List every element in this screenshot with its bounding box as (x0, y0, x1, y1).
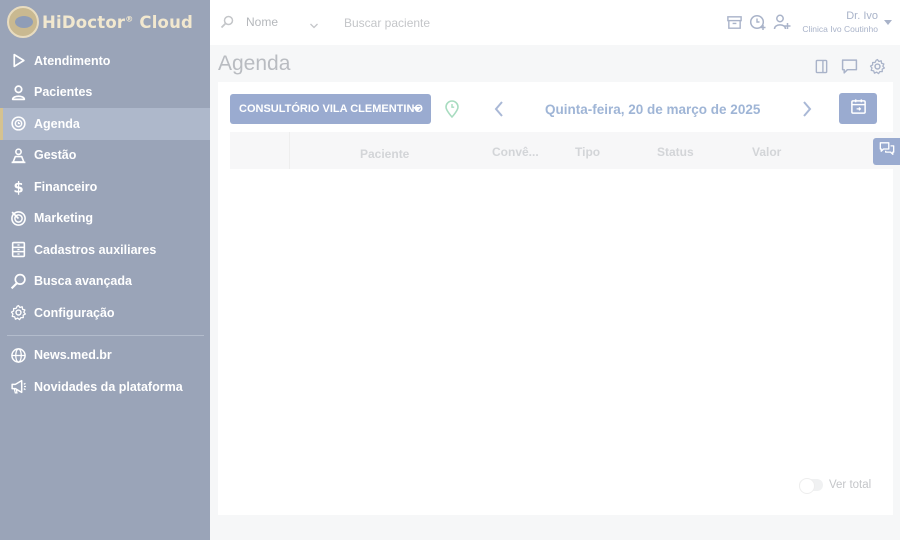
app-logo[interactable]: HiDoctor® Cloud (7, 6, 193, 38)
user-clinic: Clinica Ivo Coutinho (802, 24, 878, 34)
page-title: Agenda (218, 52, 291, 75)
calendar-picker-button[interactable] (839, 93, 877, 124)
globe-logo-icon (7, 6, 39, 38)
sidebar-item-label: Marketing (34, 211, 94, 226)
svg-text:$: $ (13, 179, 23, 196)
sidebar-item-label: Busca avançada (34, 274, 132, 289)
patient-search-input[interactable]: Buscar paciente (344, 16, 430, 30)
dollar-icon: $ (10, 178, 27, 196)
gear-icon (10, 304, 27, 321)
side-panel-icon[interactable] (812, 57, 830, 75)
sidebar-item-label: Configuração (34, 305, 115, 320)
sidebar-item-gestao[interactable]: Gestão (0, 140, 210, 172)
column-header-valor[interactable]: Valor (752, 145, 781, 159)
user-menu-caret-icon[interactable] (884, 20, 892, 25)
next-day-chevron-icon[interactable] (801, 100, 813, 118)
location-clock-icon[interactable] (444, 100, 460, 118)
records-icon (10, 241, 27, 258)
sidebar-item-label: Gestão (34, 148, 77, 163)
office-select-button[interactable]: CONSULTÓRIO VILA CLEMENTINO (230, 94, 431, 124)
time-column-header (230, 132, 290, 169)
sidebar-item-pacientes[interactable]: Pacientes (0, 77, 210, 109)
sidebar-item-agenda[interactable]: Agenda (0, 108, 210, 140)
sidebar-item-busca[interactable]: Busca avançada (0, 266, 210, 298)
current-date[interactable]: Quinta-feira, 20 de março de 2025 (545, 102, 760, 117)
archive-icon[interactable] (725, 12, 743, 32)
sidebar-item-label: News.med.br (34, 348, 112, 363)
calendar-clock-icon (10, 115, 27, 132)
ver-total-toggle[interactable] (799, 478, 823, 494)
advanced-search-icon (10, 273, 27, 290)
sidebar-item-label: Novidades da plataforma (34, 379, 183, 394)
sidebar-item-configuracao[interactable]: Configuração (0, 297, 210, 329)
chevron-down-icon[interactable] (309, 17, 319, 29)
message-icon[interactable] (840, 57, 858, 75)
calendar-icon (850, 98, 867, 120)
megaphone-icon (10, 378, 27, 395)
topbar-actions (725, 12, 791, 32)
column-header-tipo[interactable]: Tipo (575, 145, 600, 159)
logo-text: HiDoctor® Cloud (42, 12, 194, 32)
user-menu[interactable]: Dr. Ivo Clinica Ivo Coutinho (802, 10, 878, 34)
caret-down-icon (413, 107, 421, 112)
sidebar-item-label: Agenda (34, 116, 80, 131)
previous-day-chevron-icon[interactable] (493, 100, 505, 118)
sidebar-item-label: Pacientes (34, 85, 93, 100)
sidebar-menu: Atendimento Pacientes Agenda Gestão $ Fi… (0, 45, 210, 403)
agenda-panel: CONSULTÓRIO VILA CLEMENTINO Quinta-feira… (218, 82, 893, 515)
sidebar-item-atendimento[interactable]: Atendimento (0, 45, 210, 77)
settings-gear-icon[interactable] (868, 57, 886, 75)
sidebar-item-label: Financeiro (34, 179, 98, 194)
chat-tab-button[interactable] (873, 138, 900, 165)
column-header-paciente[interactable]: Paciente (360, 147, 409, 161)
chat-icon (879, 141, 895, 162)
play-icon (10, 52, 27, 69)
sidebar-item-marketing[interactable]: Marketing (0, 203, 210, 235)
globe-icon (10, 347, 27, 364)
column-header-convenio[interactable]: Convê... (492, 145, 539, 159)
management-icon (10, 147, 27, 164)
ver-total-label: Ver total (829, 479, 872, 491)
sidebar-item-label: Cadastros auxiliares (34, 242, 157, 257)
sidebar-item-label: Atendimento (34, 53, 111, 68)
page-header-actions (812, 57, 886, 75)
search-icon (220, 15, 234, 29)
sidebar-item-novidades[interactable]: Novidades da plataforma (0, 371, 210, 403)
office-label: CONSULTÓRIO VILA CLEMENTINO (239, 103, 423, 115)
sidebar-item-news[interactable]: News.med.br (0, 340, 210, 372)
sidebar-item-financeiro[interactable]: $ Financeiro (0, 171, 210, 203)
top-bar: Nome Buscar paciente Dr. Ivo Clinica Ivo… (210, 0, 900, 45)
sidebar-item-cadastros[interactable]: Cadastros auxiliares (0, 234, 210, 266)
search-field-select[interactable]: Nome (246, 15, 278, 29)
add-user-icon[interactable] (773, 12, 791, 32)
target-icon (10, 210, 27, 227)
user-icon (10, 84, 27, 101)
column-header-status[interactable]: Status (657, 145, 694, 159)
add-appointment-icon[interactable] (749, 12, 767, 32)
user-name: Dr. Ivo (846, 10, 878, 22)
agenda-table-header: Paciente Convê... Tipo Status Valor (230, 132, 893, 169)
sidebar-divider (7, 334, 204, 336)
ver-total-control: Ver total (799, 478, 872, 494)
sidebar: HiDoctor® Cloud Atendimento Pacientes Ag… (0, 0, 210, 540)
